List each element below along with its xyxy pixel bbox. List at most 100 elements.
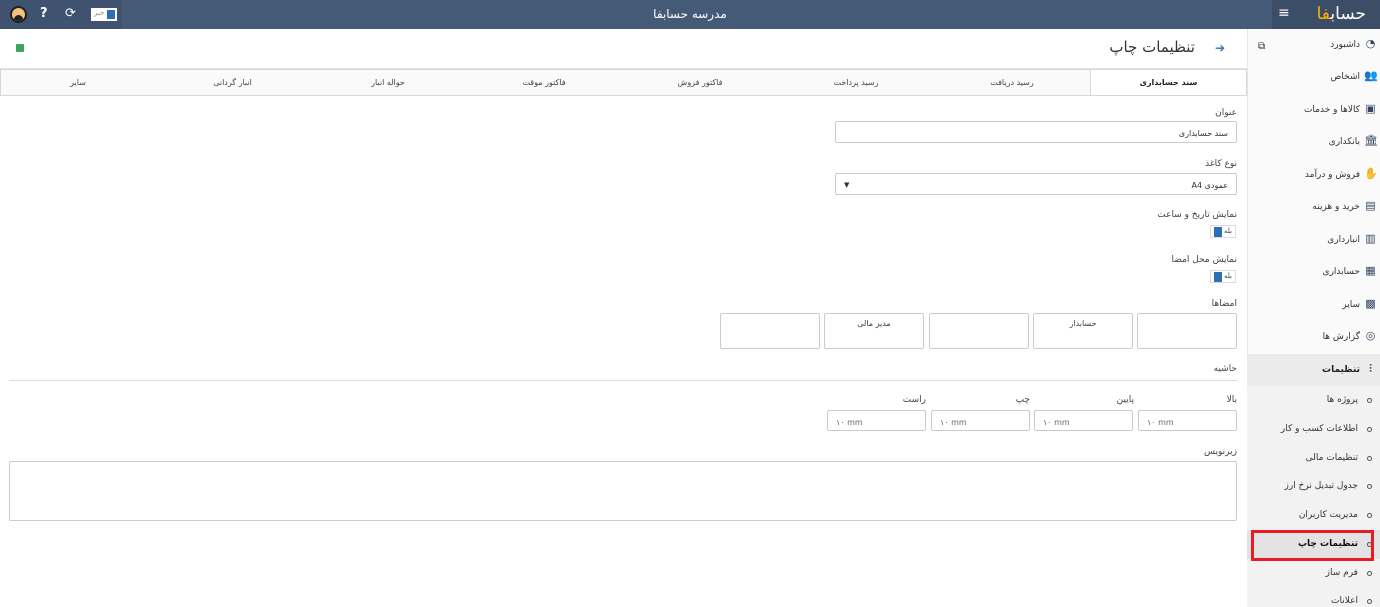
tab-other[interactable]: سایر bbox=[1, 70, 155, 95]
sidebar-item-label: تنظیمات bbox=[1322, 365, 1360, 375]
sidebar: ⧉ ◔ داشبورد 👥 اشخاص ▣ کالاها و خدمات 🏛 ب… bbox=[1247, 29, 1380, 607]
sidebar-item-banking[interactable]: 🏛 بانکداری bbox=[1247, 126, 1380, 158]
sidebar-subitem-currency-table[interactable]: جدول تبدیل نرخ ارز bbox=[1247, 472, 1380, 501]
page-title: تنظیمات چاپ bbox=[1109, 38, 1195, 56]
sidebar-item-settings[interactable]: ⫶ تنظیمات bbox=[1247, 354, 1380, 386]
tab-accounting-voucher[interactable]: سند حسابداری bbox=[1090, 70, 1246, 95]
tab-sales-invoice[interactable]: فاکتور فروش bbox=[622, 70, 778, 95]
tab-payment[interactable]: رسید پرداخت bbox=[778, 70, 934, 95]
sidebar-item-people[interactable]: 👥 اشخاص bbox=[1247, 61, 1380, 93]
margin-label: حاشیه bbox=[1213, 364, 1237, 374]
bullet-icon bbox=[1367, 398, 1372, 403]
margin-bottom-input[interactable]: ۱۰ mm bbox=[1034, 410, 1133, 431]
margin-top-input[interactable]: ۱۰ mm bbox=[1138, 410, 1237, 431]
tab-stocktaking[interactable]: انبار گردانی bbox=[155, 70, 310, 95]
dashboard-icon: ◔ bbox=[1365, 37, 1376, 50]
brand-block: حسابفا ≡ bbox=[1272, 0, 1380, 29]
sidebar-item-accounting[interactable]: ▦ حسابداری bbox=[1247, 256, 1380, 288]
signature-box[interactable] bbox=[720, 313, 820, 349]
margin-right-input[interactable]: ۱۰ mm bbox=[827, 410, 926, 431]
signature-box[interactable]: حسابدار bbox=[1033, 313, 1133, 349]
sidebar-subitem-financial-settings[interactable]: تنظیمات مالی bbox=[1247, 444, 1380, 473]
sidebar-item-label: داشبورد bbox=[1330, 40, 1360, 50]
sidebar-item-misc[interactable]: ▩ سایر bbox=[1247, 289, 1380, 321]
bullet-icon bbox=[1367, 427, 1372, 432]
print-tabs: سند حسابداری رسید دریافت رسید پرداخت فاک… bbox=[0, 69, 1247, 96]
page-header: تنظیمات چاپ ➔ bbox=[0, 29, 1247, 69]
sidebar-item-label: کالاها و خدمات bbox=[1303, 105, 1360, 115]
title-input[interactable]: سند حسابداری bbox=[835, 121, 1237, 143]
paper-type-select[interactable]: ▼ A4 عمودی bbox=[835, 173, 1237, 195]
sidebar-item-purchases[interactable]: ▤ خرید و هزینه bbox=[1247, 191, 1380, 223]
sidebar-subitem-label: تنظیمات مالی bbox=[1305, 453, 1358, 463]
sales-icon: ✋ bbox=[1364, 167, 1378, 180]
sidebar-item-sales[interactable]: ✋ فروش و درآمد bbox=[1247, 159, 1380, 191]
hamburger-menu-icon[interactable]: ≡ bbox=[1278, 5, 1290, 21]
sidebar-item-products[interactable]: ▣ کالاها و خدمات bbox=[1247, 94, 1380, 126]
app-title: مدرسه حسابفا bbox=[653, 7, 727, 21]
show-date-toggle[interactable]: بله bbox=[1210, 225, 1236, 238]
sidebar-subitem-label: مدیریت کاربران bbox=[1298, 510, 1358, 520]
show-date-value: بله bbox=[1223, 227, 1232, 235]
sidebar-subitem-business-info[interactable]: اطلاعات کسب و کار bbox=[1247, 415, 1380, 444]
signature-label: حسابدار bbox=[1069, 319, 1097, 328]
tab-receipt[interactable]: رسید دریافت bbox=[934, 70, 1090, 95]
title-label: عنوان bbox=[1215, 108, 1237, 118]
sidebar-subitem-label: پروژه ها bbox=[1326, 395, 1358, 405]
sliders-icon: ⫶ bbox=[1369, 362, 1372, 375]
bullet-icon bbox=[1367, 513, 1372, 518]
margin-right-value: ۱۰ mm bbox=[836, 418, 863, 427]
margin-right-label: راست bbox=[902, 395, 926, 405]
brand-logo[interactable]: حسابفا bbox=[1317, 4, 1367, 24]
title-input-value: سند حسابداری bbox=[1178, 129, 1228, 138]
show-date-label: نمایش تاریخ و ساعت bbox=[1157, 210, 1237, 220]
bullet-icon bbox=[1367, 599, 1372, 604]
sidebar-item-dashboard[interactable]: ◔ داشبورد bbox=[1247, 29, 1380, 61]
tab-proforma-invoice[interactable]: فاکتور موقت bbox=[466, 70, 622, 95]
report-icon: ◎ bbox=[1365, 329, 1376, 342]
signature-label: مدیر مالی bbox=[857, 319, 891, 328]
bullet-icon bbox=[1367, 456, 1372, 461]
sidebar-subitem-label: اعلانات bbox=[1331, 596, 1358, 606]
top-bar: ? ⟳ خبر مدرسه حسابفا حسابفا ≡ bbox=[0, 0, 1380, 29]
warehouse-icon: ▥ bbox=[1365, 232, 1376, 245]
sidebar-item-label: بانکداری bbox=[1328, 137, 1360, 147]
bank-icon: 🏛 bbox=[1364, 134, 1378, 147]
footer-textarea[interactable] bbox=[9, 461, 1237, 521]
sidebar-subitem-projects[interactable]: پروژه ها bbox=[1247, 386, 1380, 415]
margin-left-input[interactable]: ۱۰ mm bbox=[931, 410, 1030, 431]
back-arrow-icon[interactable]: ➔ bbox=[1215, 41, 1225, 55]
sidebar-subitem-user-management[interactable]: مدیریت کاربران bbox=[1247, 501, 1380, 530]
sidebar-item-label: گزارش ها bbox=[1322, 332, 1360, 342]
sidebar-subitem-form-builder[interactable]: فرم ساز bbox=[1247, 559, 1380, 588]
divider bbox=[9, 380, 1237, 381]
tab-warehouse-transfer[interactable]: حواله انبار bbox=[310, 70, 466, 95]
sidebar-subitem-label: فرم ساز bbox=[1325, 568, 1358, 578]
sidebar-item-warehouse[interactable]: ▥ انبارداری bbox=[1247, 224, 1380, 256]
brand-logo-text: حساب bbox=[1330, 4, 1367, 24]
margin-left-label: چپ bbox=[1015, 395, 1030, 405]
checkbox-icon bbox=[1214, 227, 1222, 237]
sidebar-item-reports[interactable]: ◎ گزارش ها bbox=[1247, 321, 1380, 353]
show-signature-label: نمایش محل امضا bbox=[1171, 255, 1237, 265]
app-root: ? ⟳ خبر مدرسه حسابفا حسابفا ≡ ⧉ ◔ داشبور… bbox=[0, 0, 1380, 607]
bullet-icon bbox=[1367, 484, 1372, 489]
show-signature-toggle[interactable]: بله bbox=[1210, 270, 1236, 283]
signatures-label: امضاها bbox=[1211, 299, 1237, 309]
accounting-icon: ▦ bbox=[1365, 264, 1376, 277]
sidebar-item-label: حسابداری bbox=[1322, 267, 1360, 277]
sidebar-subitem-label: اطلاعات کسب و کار bbox=[1280, 424, 1358, 434]
margin-bottom-label: پایین bbox=[1116, 395, 1134, 405]
paper-type-label: نوع کاغذ bbox=[1205, 159, 1237, 169]
sidebar-item-label: فروش و درآمد bbox=[1304, 170, 1360, 180]
misc-icon: ▩ bbox=[1365, 297, 1376, 310]
checkbox-icon bbox=[1214, 272, 1222, 282]
signature-box[interactable] bbox=[1137, 313, 1237, 349]
signature-box[interactable]: مدیر مالی bbox=[824, 313, 924, 349]
sidebar-subitem-notifications[interactable]: اعلانات bbox=[1247, 587, 1380, 607]
save-icon[interactable] bbox=[16, 44, 24, 52]
margin-top-value: ۱۰ mm bbox=[1147, 418, 1174, 427]
active-item-highlight bbox=[1251, 530, 1374, 561]
signature-box[interactable] bbox=[929, 313, 1029, 349]
margin-bottom-value: ۱۰ mm bbox=[1043, 418, 1070, 427]
